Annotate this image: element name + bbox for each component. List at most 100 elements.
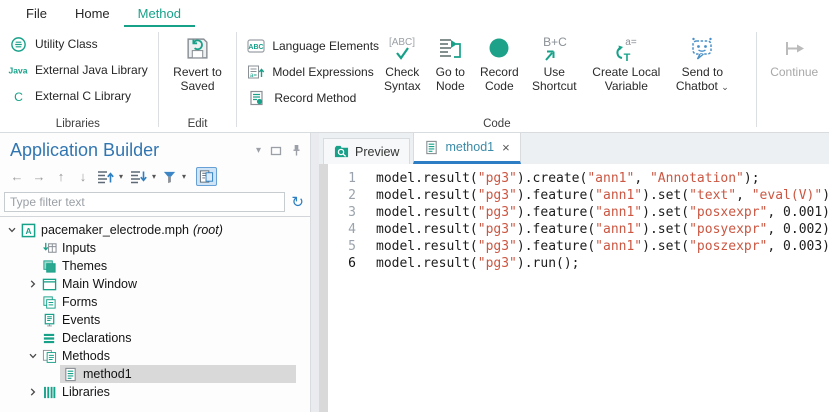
record-method-button[interactable]: Record Method bbox=[239, 85, 377, 111]
continue-button[interactable]: Continue bbox=[761, 29, 827, 79]
inputs-icon bbox=[41, 241, 58, 256]
code-line[interactable]: model.result("pg3").run(); bbox=[376, 255, 829, 272]
chevron-down-icon[interactable]: ▾ bbox=[182, 172, 186, 181]
create-local-variable-icon: a=T bbox=[609, 32, 643, 65]
chevron-down-icon[interactable] bbox=[27, 351, 39, 361]
editor-tools-icon bbox=[199, 169, 214, 184]
pin-icon[interactable] bbox=[291, 144, 302, 157]
use-shortcut-button[interactable]: B+C Use Shortcut bbox=[525, 29, 583, 94]
record-method-icon bbox=[247, 90, 267, 106]
code-group: ABC Language Elements a= Model Expressio… bbox=[239, 27, 754, 132]
show-in-editor-toggle[interactable] bbox=[196, 167, 217, 186]
refresh-icon[interactable]: ↻ bbox=[291, 195, 304, 210]
events-icon bbox=[41, 313, 58, 328]
libraries-icon bbox=[41, 385, 58, 400]
ribbon-divider bbox=[236, 32, 237, 127]
forward-icon[interactable]: → bbox=[30, 169, 48, 184]
filter-icon[interactable] bbox=[162, 169, 177, 184]
code-line[interactable]: model.result("pg3").feature("ann1").set(… bbox=[376, 221, 829, 238]
move-down-icon[interactable]: ↓ bbox=[74, 169, 92, 184]
language-elements-icon: ABC bbox=[247, 39, 265, 53]
line-number: 4 bbox=[328, 221, 356, 238]
float-window-icon[interactable] bbox=[270, 145, 282, 157]
edit-group: Revert to Saved Edit bbox=[161, 27, 235, 132]
code-line[interactable]: model.result("pg3").feature("ann1").set(… bbox=[376, 187, 829, 204]
panel-title: Application Builder bbox=[10, 140, 256, 161]
chevron-down-icon[interactable] bbox=[6, 225, 18, 235]
tree-item-pacemaker-electrode-mph[interactable]: Apacemaker_electrode.mph(root) bbox=[0, 221, 310, 239]
chatbot-icon bbox=[687, 32, 717, 65]
tree-item-themes[interactable]: Themes bbox=[0, 257, 310, 275]
filter-input[interactable] bbox=[4, 192, 285, 212]
tree-item-suffix: (root) bbox=[193, 223, 223, 237]
go-to-node-icon bbox=[435, 32, 465, 65]
expand-all-icon[interactable] bbox=[96, 169, 114, 185]
code-line[interactable]: model.result("pg3").feature("ann1").set(… bbox=[376, 238, 829, 255]
tab-method[interactable]: Method bbox=[124, 2, 195, 27]
language-elements-button[interactable]: ABC Language Elements bbox=[239, 33, 377, 59]
utility-class-icon bbox=[8, 36, 28, 53]
model-expressions-button[interactable]: a= Model Expressions bbox=[239, 59, 377, 85]
tab-home[interactable]: Home bbox=[61, 2, 124, 27]
tree-item-label: Forms bbox=[62, 295, 97, 309]
svg-text:a=: a= bbox=[626, 37, 638, 48]
tree-item-libraries[interactable]: Libraries bbox=[0, 383, 310, 401]
create-local-variable-button[interactable]: a=T Create Local Variable bbox=[583, 29, 669, 94]
tree-item-main-window[interactable]: Main Window bbox=[0, 275, 310, 293]
chevron-right-icon[interactable] bbox=[27, 279, 39, 289]
themes-icon bbox=[41, 259, 58, 274]
move-up-icon[interactable]: ↑ bbox=[52, 169, 70, 184]
go-to-node-button[interactable]: Go to Node bbox=[427, 29, 473, 94]
model-expressions-icon: a= bbox=[247, 64, 265, 80]
continue-icon bbox=[779, 32, 809, 65]
tab-preview[interactable]: Preview bbox=[323, 138, 410, 164]
tab-method1[interactable]: method1 × bbox=[413, 132, 520, 164]
line-number: 3 bbox=[328, 204, 356, 221]
declarations-icon bbox=[41, 331, 58, 346]
libraries-group-label: Libraries bbox=[0, 118, 156, 130]
panel-menu-icon[interactable]: ▾ bbox=[256, 145, 261, 156]
chevron-down-icon[interactable]: ▾ bbox=[152, 172, 156, 181]
code-line[interactable]: model.result("pg3").create("ann1", "Anno… bbox=[376, 170, 829, 187]
tab-file[interactable]: File bbox=[12, 2, 61, 27]
svg-text:A: A bbox=[25, 225, 31, 235]
tree-item-label: method1 bbox=[83, 367, 132, 381]
back-icon[interactable]: ← bbox=[8, 169, 26, 184]
collapse-all-icon[interactable] bbox=[129, 169, 147, 185]
debug-group: Continue bbox=[759, 27, 829, 132]
ribbon-tab-bar: File Home Method bbox=[0, 0, 829, 27]
tree-item-events[interactable]: Events bbox=[0, 311, 310, 329]
tree-item-methods[interactable]: Methods bbox=[0, 347, 310, 365]
svg-text:C: C bbox=[14, 90, 23, 104]
send-to-chatbot-button[interactable]: Send to Chatbot ⌄ bbox=[669, 29, 735, 94]
chevron-right-icon[interactable] bbox=[27, 387, 39, 397]
tree-item-method1[interactable]: method1 bbox=[0, 365, 310, 383]
tree-item-forms[interactable]: Forms bbox=[0, 293, 310, 311]
window-icon bbox=[41, 277, 58, 292]
external-c-library-button[interactable]: C External C Library bbox=[0, 83, 156, 109]
use-shortcut-icon: B+C bbox=[536, 32, 572, 65]
code-lines[interactable]: model.result("pg3").create("ann1", "Anno… bbox=[363, 164, 829, 412]
svg-text:Java: Java bbox=[9, 66, 28, 76]
revert-to-saved-button[interactable]: Revert to Saved bbox=[163, 29, 233, 94]
tree-item-declarations[interactable]: Declarations bbox=[0, 329, 310, 347]
chevron-down-icon[interactable]: ▾ bbox=[119, 172, 123, 181]
tree-item-inputs[interactable]: Inputs bbox=[0, 239, 310, 257]
methods-icon bbox=[41, 349, 58, 364]
check-syntax-icon: [ABC] bbox=[384, 32, 420, 65]
tree-item-label: Events bbox=[62, 313, 100, 327]
check-syntax-button[interactable]: [ABC] Check Syntax bbox=[377, 29, 427, 94]
code-editor[interactable]: 123456 model.result("pg3").create("ann1"… bbox=[319, 164, 829, 412]
tree-item-label: Libraries bbox=[62, 385, 110, 399]
breakpoint-margin[interactable] bbox=[319, 164, 328, 412]
utility-class-button[interactable]: Utility Class bbox=[0, 31, 156, 57]
c-language-icon: C bbox=[8, 89, 28, 104]
tree-item-label: Themes bbox=[62, 259, 107, 273]
tree-toolbar: ← → ↑ ↓ ▾ ▾ ▾ bbox=[0, 161, 310, 190]
close-icon[interactable]: × bbox=[502, 140, 510, 155]
record-code-button[interactable]: Record Code bbox=[473, 29, 525, 94]
code-line[interactable]: model.result("pg3").feature("ann1").set(… bbox=[376, 204, 829, 221]
edit-group-label: Edit bbox=[161, 118, 235, 130]
external-java-library-button[interactable]: Java External Java Library bbox=[0, 57, 156, 83]
tree-item-label: Main Window bbox=[62, 277, 137, 291]
